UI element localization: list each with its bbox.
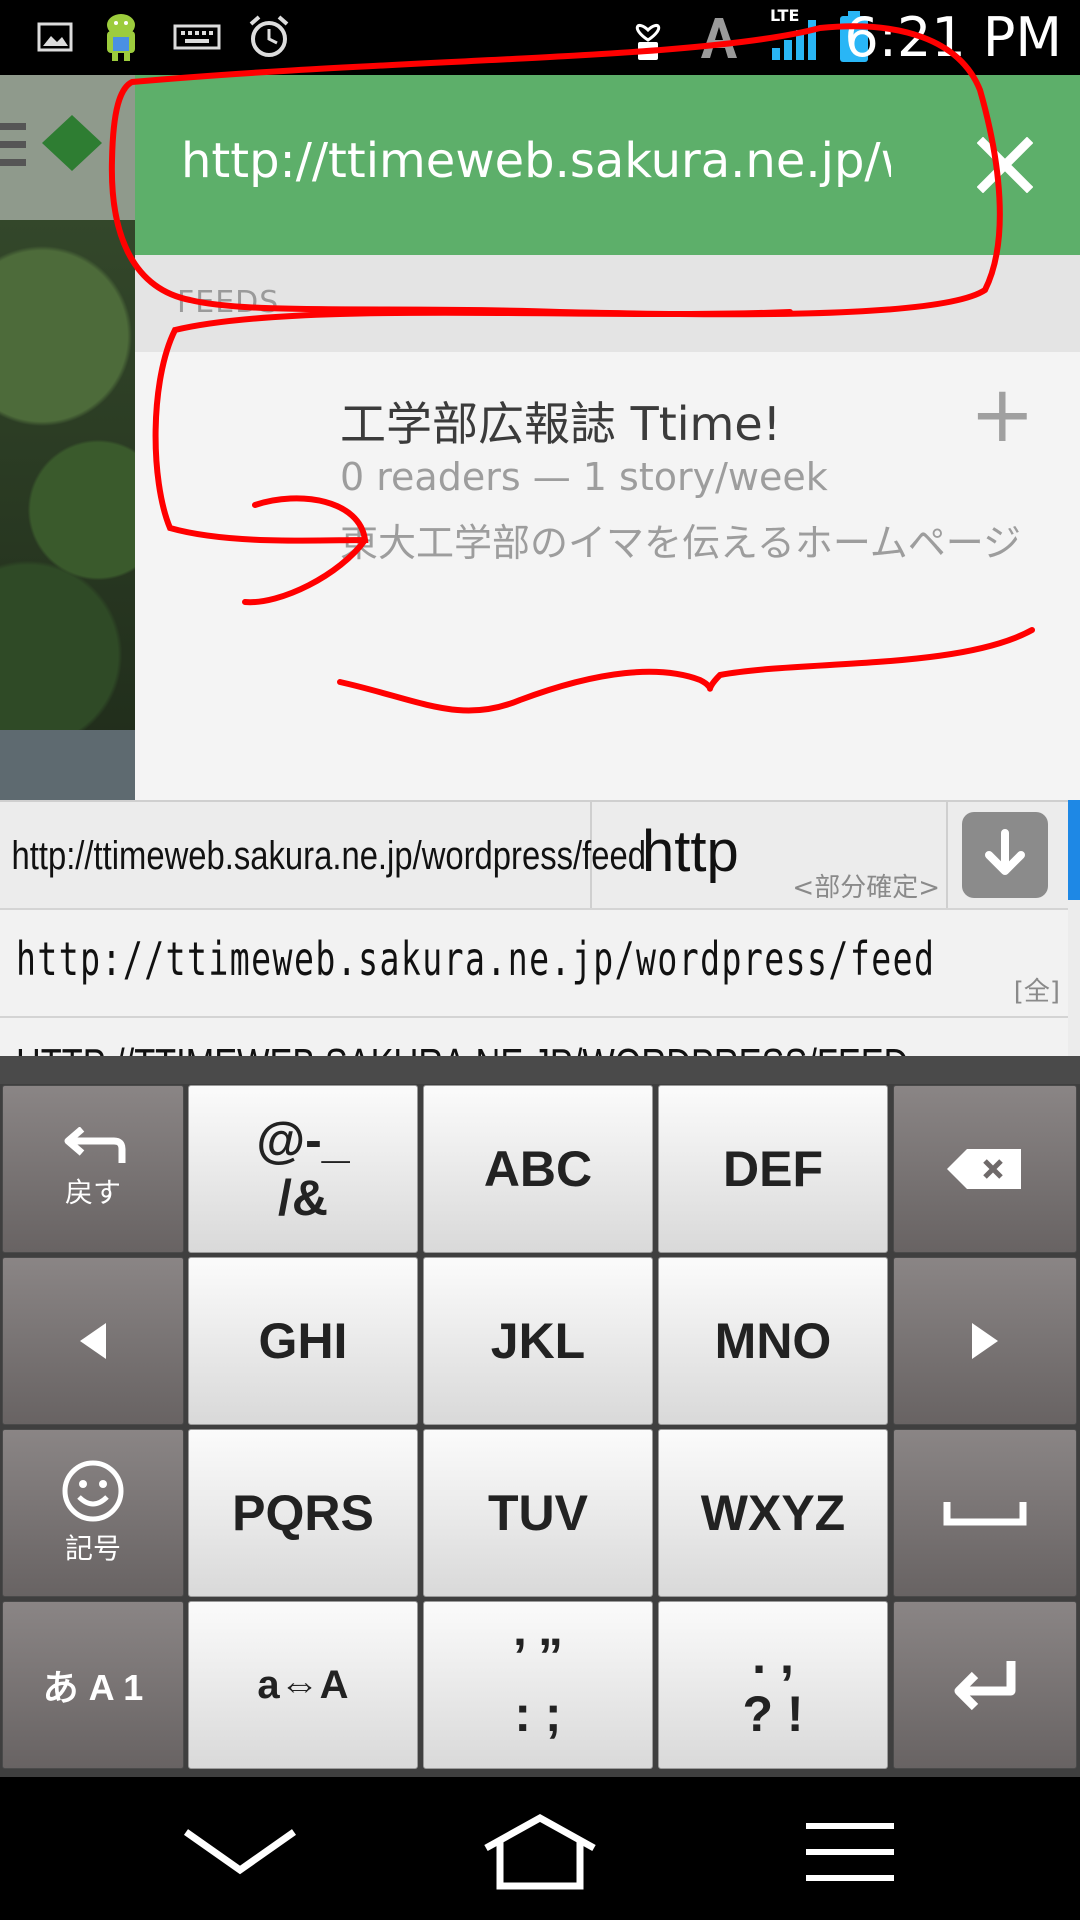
candidate-scrollbar[interactable] bbox=[1068, 800, 1080, 900]
candidate-url-text: http://ttimeweb.sakura.ne.jp/wordpress/f… bbox=[11, 833, 646, 878]
key-def[interactable]: DEF bbox=[658, 1085, 888, 1253]
background-toolbar bbox=[0, 75, 140, 220]
expand-candidates-button[interactable] bbox=[962, 812, 1048, 898]
key-mno-label: MNO bbox=[714, 1313, 832, 1369]
key-pqrs-label: PQRS bbox=[232, 1485, 374, 1541]
keyboard-top-edge bbox=[0, 1056, 1080, 1084]
input-mode-label: あ A 1 bbox=[42, 1667, 144, 1708]
android-icon bbox=[96, 14, 146, 61]
candidate-partial-text: http bbox=[642, 819, 739, 884]
key-wxyz[interactable]: WXYZ bbox=[658, 1429, 888, 1597]
key-abc-label: ABC bbox=[483, 1141, 593, 1197]
back-button[interactable] bbox=[180, 1812, 300, 1892]
key-ghi[interactable]: GHI bbox=[188, 1257, 418, 1425]
arrow-down-icon bbox=[985, 829, 1025, 875]
clock-time: 6:21 PM bbox=[844, 6, 1062, 69]
candidate-bar: http://ttimeweb.sakura.ne.jp/wordpress/f… bbox=[0, 800, 1068, 910]
a-icon bbox=[696, 14, 742, 60]
lte-label: LTE bbox=[770, 6, 800, 25]
key-wxyz-label: WXYZ bbox=[700, 1485, 846, 1541]
candidate-uppercase[interactable]: HTTP://TTIMEWEB.SAKURA.NE.JP/WORDPRESS/F… bbox=[0, 1016, 1068, 1058]
background-roof bbox=[0, 730, 140, 800]
key-punct-quotes-top: ’ ” bbox=[512, 1628, 564, 1684]
heart-phone-icon bbox=[626, 14, 670, 60]
case-toggle-key[interactable]: a⇔A bbox=[188, 1601, 418, 1769]
key-punct-quotes-bottom: : ; bbox=[514, 1686, 562, 1742]
candidate-gutter bbox=[1068, 900, 1080, 1056]
feed-meta: 0 readers — 1 story/week bbox=[340, 455, 828, 499]
key-mno[interactable]: MNO bbox=[658, 1257, 888, 1425]
candidate-full[interactable]: http://ttimeweb.sakura.ne.jp/wordpress/f… bbox=[0, 908, 1068, 1018]
section-label: FEEDS bbox=[177, 285, 280, 320]
smiley-icon bbox=[62, 1460, 124, 1522]
home-button[interactable] bbox=[480, 1812, 600, 1892]
status-bar: LTE 6:21 PM bbox=[0, 0, 1080, 75]
space-icon bbox=[943, 1502, 1027, 1526]
partial-confirm-tag: <部分確定> bbox=[792, 873, 940, 903]
case-toggle-label: a⇔A bbox=[257, 1662, 349, 1707]
close-icon bbox=[977, 137, 1033, 193]
undo-icon bbox=[64, 1127, 126, 1163]
key-symbols-bottom: /& bbox=[278, 1170, 328, 1226]
image-icon bbox=[34, 14, 76, 60]
feed-result[interactable]: 工学部広報誌 Ttime! 0 readers — 1 story/week 東… bbox=[135, 352, 1080, 800]
key-tuv[interactable]: TUV bbox=[423, 1429, 653, 1597]
alarm-icon bbox=[246, 14, 292, 60]
close-button[interactable] bbox=[970, 130, 1040, 200]
menu-button[interactable] bbox=[790, 1812, 910, 1892]
ime-keyboard: 戻す @-_ /& ABC DEF GHI JKL MNO 記号 PQRS TU… bbox=[0, 1056, 1080, 1777]
feeds-section-header: FEEDS bbox=[135, 255, 1080, 352]
key-punct-marks[interactable]: . , ? ! bbox=[658, 1601, 888, 1769]
key-jkl[interactable]: JKL bbox=[423, 1257, 653, 1425]
panel-header: http://ttimeweb.sakura.ne.jp/wordpress/f… bbox=[135, 75, 1080, 255]
chevron-down-icon bbox=[183, 1829, 297, 1875]
space-key[interactable] bbox=[893, 1429, 1077, 1597]
arrow-left-icon bbox=[80, 1323, 106, 1359]
feed-title: 工学部広報誌 Ttime! bbox=[340, 397, 782, 451]
key-abc[interactable]: ABC bbox=[423, 1085, 653, 1253]
key-def-label: DEF bbox=[723, 1141, 823, 1197]
full-width-tag: [全] bbox=[1013, 977, 1060, 1007]
key-tuv-label: TUV bbox=[488, 1485, 588, 1541]
menu-icon bbox=[0, 115, 102, 171]
key-pqrs[interactable]: PQRS bbox=[188, 1429, 418, 1597]
menu-icon bbox=[806, 1823, 894, 1881]
home-icon bbox=[484, 1813, 596, 1890]
enter-key[interactable] bbox=[893, 1601, 1077, 1769]
add-feed-panel: http://ttimeweb.sakura.ne.jp/wordpress/f… bbox=[135, 75, 1080, 800]
key-punct-quotes[interactable]: ’ ” : ; bbox=[423, 1601, 653, 1769]
undo-label: 戻す bbox=[64, 1177, 121, 1208]
key-symbols-top: @-_ bbox=[256, 1112, 350, 1168]
navigation-bar bbox=[0, 1777, 1080, 1920]
candidate-full-text: http://ttimeweb.sakura.ne.jp/wordpress/f… bbox=[16, 932, 936, 986]
signal-icon: LTE bbox=[768, 6, 824, 60]
emoji-symbol-label: 記号 bbox=[64, 1533, 121, 1564]
feed-description: 東大工学部のイマを伝えるホームページ bbox=[340, 521, 1021, 565]
key-symbols[interactable]: @-_ /& bbox=[188, 1085, 418, 1253]
input-mode-key[interactable]: あ A 1 bbox=[2, 1601, 184, 1769]
undo-key[interactable]: 戻す bbox=[2, 1085, 184, 1253]
cursor-right-key[interactable] bbox=[893, 1257, 1077, 1425]
search-url-input[interactable]: http://ttimeweb.sakura.ne.jp/wordpress/f… bbox=[181, 133, 891, 189]
background-photo bbox=[0, 220, 140, 800]
enter-icon bbox=[954, 1661, 1016, 1711]
key-punct-marks-bottom: ? ! bbox=[742, 1686, 804, 1742]
candidate-partial[interactable]: http <部分確定> bbox=[592, 802, 948, 910]
backspace-icon bbox=[947, 1149, 1021, 1189]
key-punct-marks-top: . , bbox=[752, 1628, 794, 1684]
key-jkl-label: JKL bbox=[490, 1313, 586, 1369]
backspace-key[interactable] bbox=[893, 1085, 1077, 1253]
keyboard-icon bbox=[172, 14, 222, 60]
candidate-url[interactable]: http://ttimeweb.sakura.ne.jp/wordpress/f… bbox=[0, 802, 646, 910]
key-ghi-label: GHI bbox=[258, 1313, 348, 1369]
emoji-symbol-key[interactable]: 記号 bbox=[2, 1429, 184, 1597]
add-feed-button[interactable]: + bbox=[970, 376, 1035, 454]
arrow-right-icon bbox=[972, 1323, 998, 1359]
cursor-left-key[interactable] bbox=[2, 1257, 184, 1425]
